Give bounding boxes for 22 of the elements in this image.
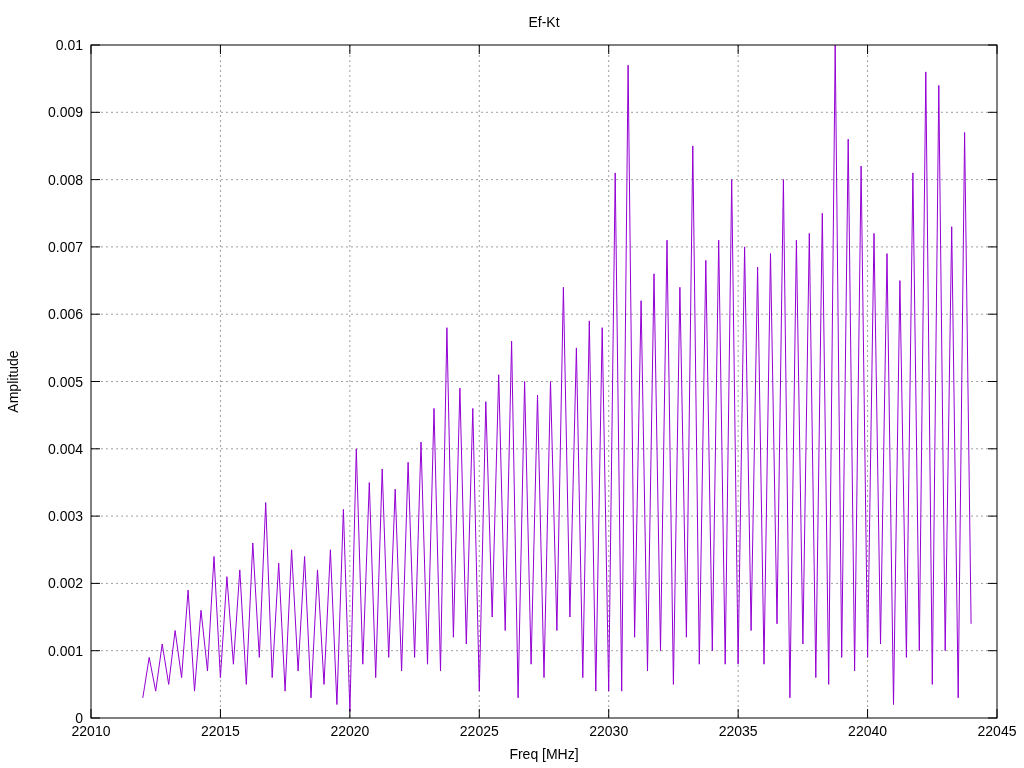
- axis-label: Amplitude: [5, 350, 21, 413]
- tick-label: 0: [75, 710, 83, 726]
- chart-title: Ef-Kt: [528, 14, 560, 30]
- axis-label: Freq [MHz]: [509, 746, 579, 762]
- tick-label: 22010: [71, 723, 111, 739]
- tick-label: 0.006: [47, 306, 83, 323]
- tick-label: 0.001: [47, 642, 83, 659]
- tick-label: 0.005: [47, 373, 83, 390]
- tick-label: 0.003: [47, 508, 83, 525]
- tick-label: 0.009: [47, 104, 83, 121]
- tick-label: 22035: [718, 723, 758, 739]
- tick-label: 22045: [977, 723, 1017, 739]
- tick-label: 22040: [848, 723, 888, 739]
- tick-label: 0.004: [47, 440, 83, 457]
- tick-label: 0.01: [55, 37, 83, 53]
- tick-label: 22020: [330, 723, 370, 739]
- tick-label: 0.007: [47, 238, 83, 255]
- tick-label: 22015: [200, 723, 240, 739]
- tick-label: 0.002: [47, 575, 83, 592]
- tick-label: 22030: [589, 723, 629, 739]
- tick-label: 22025: [459, 723, 499, 739]
- tick-label: 0.008: [47, 171, 83, 188]
